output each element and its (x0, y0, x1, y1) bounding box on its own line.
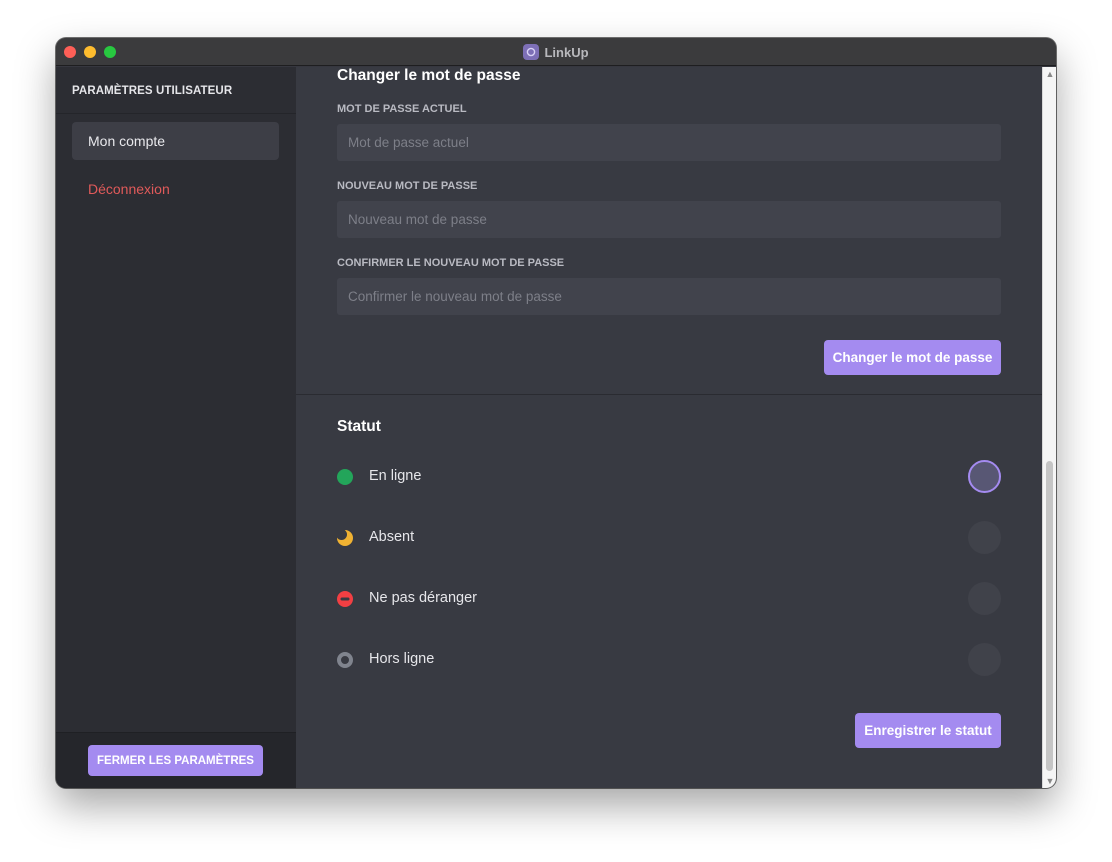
close-settings-button[interactable]: FERMER LES PARAMÈTRES (88, 745, 263, 776)
status-radio-dnd[interactable] (968, 582, 1001, 615)
status-option-label: Absent (369, 529, 415, 545)
linkup-logo-icon (523, 44, 540, 60)
status-option-label: Hors ligne (369, 651, 435, 667)
new-password-label: NOUVEAU MOT DE PASSE (337, 180, 478, 192)
window-title-group: LinkUp (56, 38, 1056, 66)
status-option-label: Ne pas déranger (369, 590, 478, 606)
change-password-button[interactable]: Changer le mot de passe (824, 340, 1001, 375)
status-option-dnd[interactable]: Ne pas déranger (337, 582, 1001, 616)
status-radio-offline[interactable] (968, 643, 1001, 676)
settings-sidebar: PARAMÈTRES UTILISATEUR Mon compte Déconn… (56, 67, 296, 788)
confirm-password-label: CONFIRMER LE NOUVEAU MOT DE PASSE (337, 257, 565, 269)
status-option-label: En ligne (369, 468, 422, 484)
title-bar: LinkUp (56, 38, 1056, 66)
offline-ring-icon (337, 652, 353, 668)
current-password-label: MOT DE PASSE ACTUEL (337, 103, 467, 115)
save-status-button[interactable]: Enregistrer le statut (855, 713, 1001, 748)
status-option-online[interactable]: En ligne (337, 460, 1001, 494)
password-section-title: Changer le mot de passe (337, 67, 521, 84)
moon-icon (337, 530, 353, 546)
current-password-input[interactable] (337, 124, 1001, 161)
sidebar-item-label: Mon compte (88, 133, 166, 149)
status-section-title: Statut (337, 418, 381, 435)
scroll-down-icon[interactable]: ▼ (1045, 776, 1055, 786)
status-option-offline[interactable]: Hors ligne (337, 643, 1001, 677)
new-password-input[interactable] (337, 201, 1001, 238)
sidebar-footer: FERMER LES PARAMÈTRES (56, 732, 296, 788)
scroll-thumb[interactable] (1046, 461, 1053, 771)
do-not-disturb-icon (337, 591, 353, 607)
status-radio-away[interactable] (968, 521, 1001, 554)
settings-content[interactable]: Changer le mot de passe MOT DE PASSE ACT… (296, 67, 1042, 788)
status-option-away[interactable]: Absent (337, 521, 1001, 555)
vertical-scrollbar[interactable]: ▲ ▼ (1042, 67, 1056, 788)
sidebar-item-my-account[interactable]: Mon compte (72, 122, 279, 160)
status-radio-online[interactable] (968, 460, 1001, 493)
confirm-password-input[interactable] (337, 278, 1001, 315)
app-window: LinkUp PARAMÈTRES UTILISATEUR Mon compte… (56, 38, 1056, 788)
sidebar-item-label: Déconnexion (88, 181, 170, 197)
section-divider (296, 394, 1042, 395)
sidebar-header: PARAMÈTRES UTILISATEUR (56, 67, 296, 114)
scroll-up-icon[interactable]: ▲ (1045, 69, 1055, 79)
online-dot-icon (337, 469, 353, 485)
window-title: LinkUp (544, 44, 589, 60)
sidebar-item-logout[interactable]: Déconnexion (72, 170, 279, 208)
